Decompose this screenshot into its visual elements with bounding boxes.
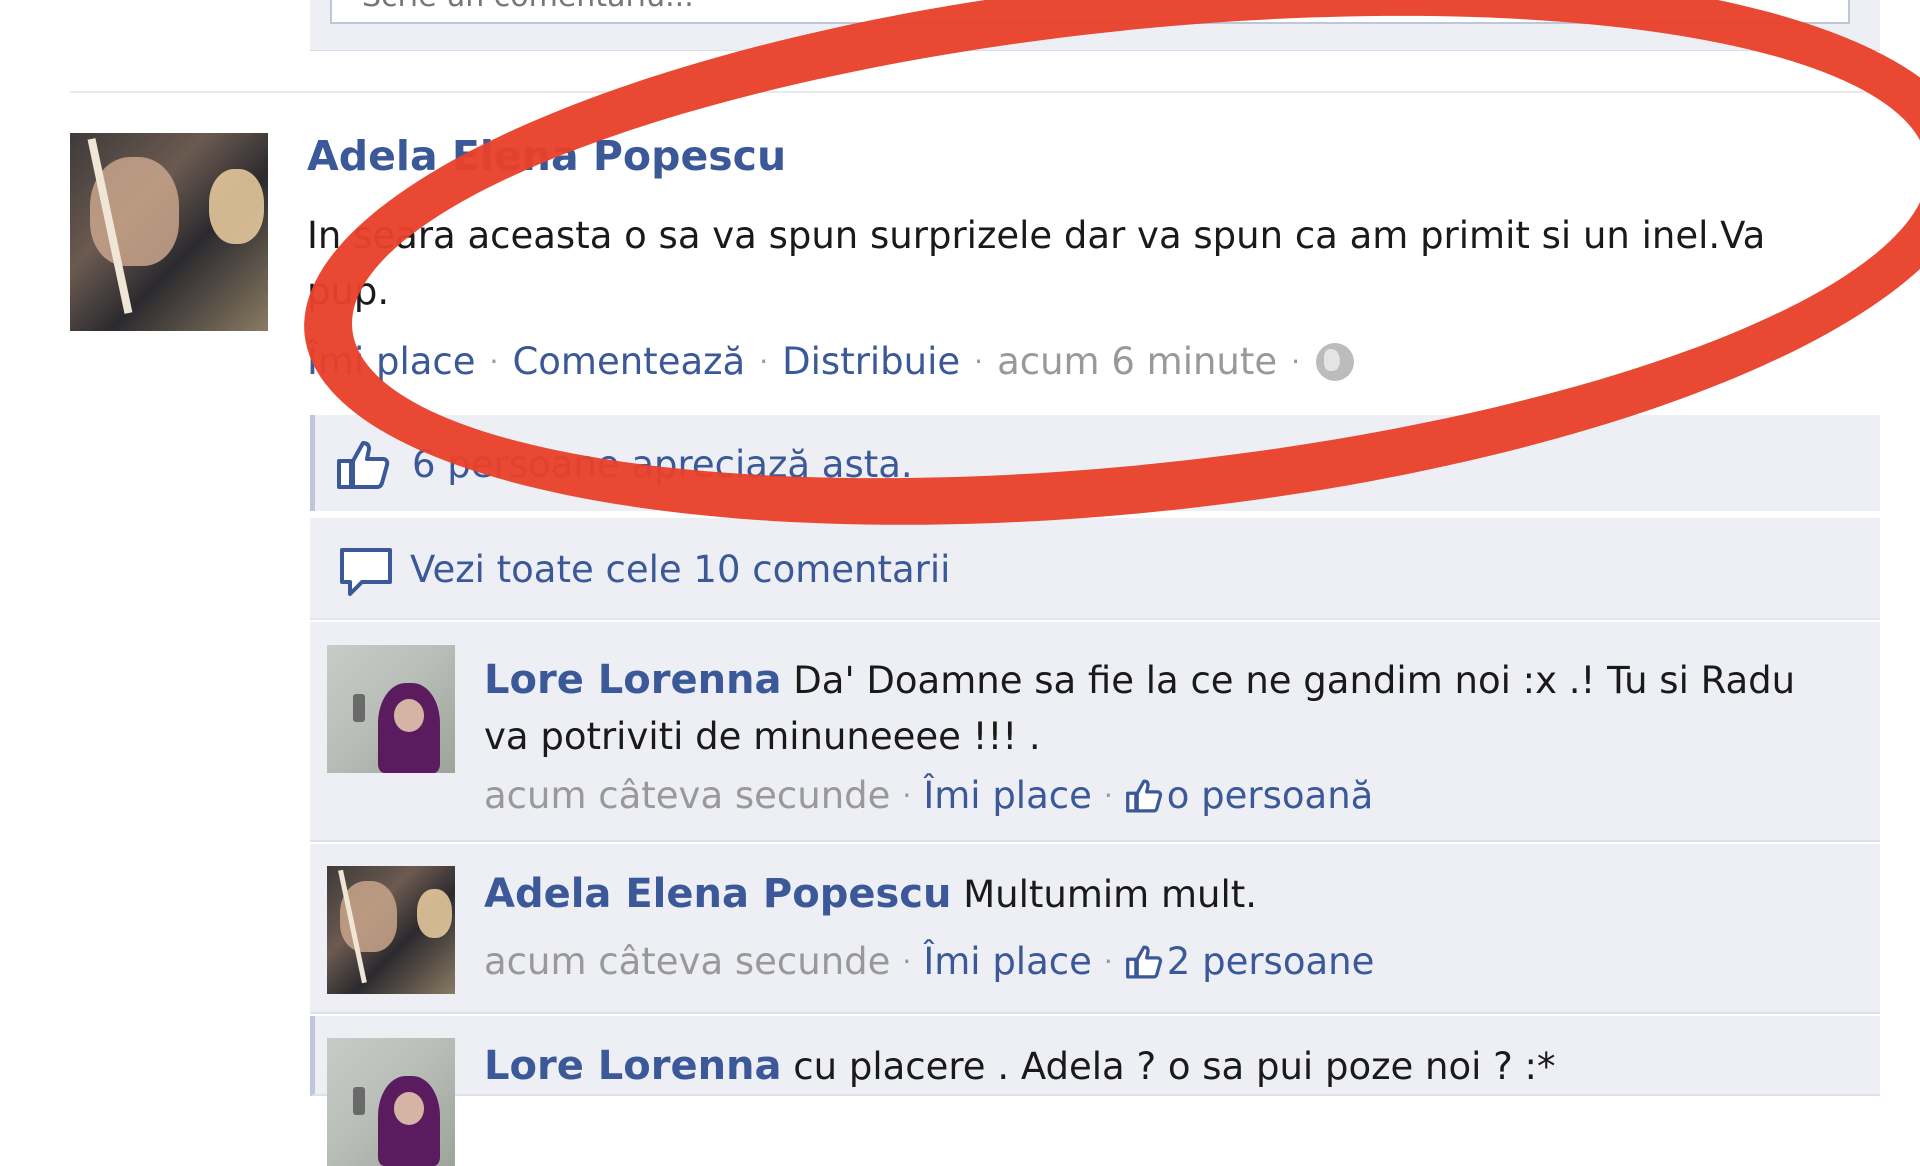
- comment-text: Multumim mult.: [963, 873, 1258, 916]
- post-message: In seara aceasta o sa va spun surprizele…: [307, 214, 1766, 313]
- commenter-name[interactable]: Lore Lorenna: [484, 657, 782, 703]
- comment-item: Lore Lorenna cu placere . Adela ? o sa p…: [310, 1016, 1880, 1166]
- commenter-name[interactable]: Adela Elena Popescu: [484, 871, 951, 917]
- likes-text[interactable]: 6 persoane apreciază asta.: [412, 443, 913, 486]
- comment-body: Adela Elena Popescu Multumim mult.: [484, 866, 1844, 923]
- commenter-name[interactable]: Lore Lorenna: [484, 1043, 782, 1089]
- previous-comment-box: Scrie un comentariu...: [310, 0, 1880, 51]
- comment-body: Lore Lorenna Da' Doamne sa fie la ce ne …: [484, 652, 1844, 765]
- comment-body: Lore Lorenna cu placere . Adela ? o sa p…: [484, 1038, 1844, 1095]
- comment-text: cu placere . Adela ? o sa pui poze noi ?…: [793, 1045, 1556, 1088]
- story-divider: [70, 91, 1880, 93]
- comment-likes-count[interactable]: o persoană: [1167, 774, 1374, 817]
- thumbs-up-icon: [337, 441, 390, 489]
- comment-input[interactable]: Scrie un comentariu...: [330, 0, 1850, 24]
- post-author-name[interactable]: Adela Elena Popescu: [307, 132, 786, 180]
- thumbs-up-icon: [1125, 778, 1162, 813]
- commenter-avatar[interactable]: [327, 645, 455, 773]
- comment-link[interactable]: Comentează: [512, 340, 745, 383]
- comment-meta: acum câteva secunde · Îmi place · 2 pers…: [484, 940, 1375, 983]
- view-all-comments-link[interactable]: Vezi toate cele 10 comentarii: [410, 548, 950, 591]
- commenter-avatar[interactable]: [327, 866, 455, 994]
- comment-bubble-icon: [340, 548, 392, 596]
- author-avatar[interactable]: [70, 133, 268, 331]
- like-link[interactable]: Îmi place: [307, 340, 476, 383]
- comment-item: Lore Lorenna Da' Doamne sa fie la ce ne …: [310, 622, 1880, 842]
- view-comments-row: Vezi toate cele 10 comentarii: [310, 518, 1880, 620]
- likes-summary: 6 persoane apreciază asta.: [310, 415, 1880, 511]
- share-link[interactable]: Distribuie: [782, 340, 960, 383]
- thumbs-up-icon: [1125, 944, 1162, 979]
- post-timestamp[interactable]: acum 6 minute: [997, 340, 1277, 383]
- post-actions-bar: Îmi place · Comentează · Distribuie · ac…: [307, 340, 1355, 383]
- comment-like-link[interactable]: Îmi place: [923, 774, 1092, 817]
- globe-icon[interactable]: [1316, 342, 1355, 381]
- comment-timestamp: acum câteva secunde: [484, 774, 891, 817]
- comment-timestamp: acum câteva secunde: [484, 940, 891, 983]
- comment-likes-count[interactable]: 2 persoane: [1167, 940, 1375, 983]
- comment-like-link[interactable]: Îmi place: [923, 940, 1092, 983]
- commenter-avatar[interactable]: [327, 1038, 455, 1166]
- comment-meta: acum câteva secunde · Îmi place · o pers…: [484, 774, 1374, 817]
- comment-item: Adela Elena Popescu Multumim mult. acum …: [310, 844, 1880, 1014]
